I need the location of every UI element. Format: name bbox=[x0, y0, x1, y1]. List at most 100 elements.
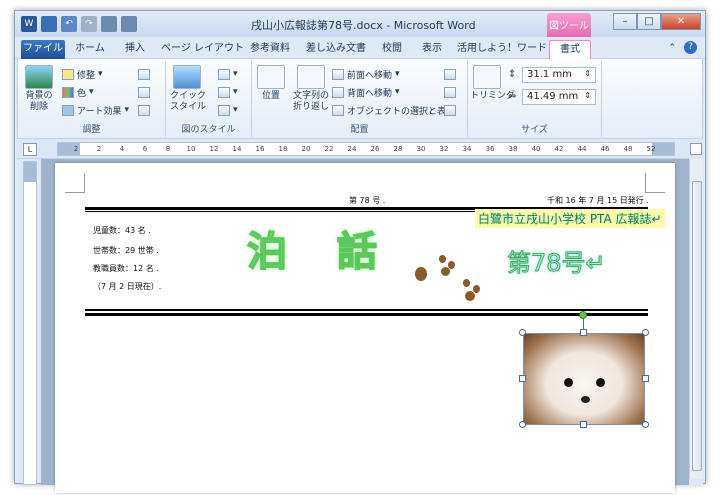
tab-insert[interactable]: 挿入 bbox=[119, 40, 151, 59]
chevron-down-icon: ▾ bbox=[233, 105, 238, 115]
ruler-tick-label: 12 bbox=[209, 145, 219, 153]
word-window: W ↶ ↷ 戌山小広報誌第78号.docx - Microsoft Word 図… bbox=[14, 10, 706, 493]
group-objects-button[interactable] bbox=[444, 85, 456, 99]
color-icon bbox=[62, 86, 74, 98]
scroll-thumb[interactable] bbox=[692, 181, 702, 471]
reset-picture-button[interactable] bbox=[138, 103, 150, 117]
tab-mailings[interactable]: 差し込み文書 bbox=[303, 40, 369, 59]
paw-print-icon bbox=[415, 267, 427, 281]
resize-handle-nw[interactable] bbox=[519, 329, 526, 336]
crop-icon bbox=[473, 65, 501, 89]
width-input[interactable]: 41.49 mm ⇕ bbox=[522, 89, 596, 105]
dog-nose bbox=[581, 396, 590, 403]
crop-button[interactable]: トリミング bbox=[470, 65, 515, 102]
tab-selector[interactable]: L bbox=[23, 143, 37, 156]
quick-styles-button[interactable]: クイック スタイル bbox=[170, 65, 206, 113]
ruler-tick-label: 26 bbox=[370, 145, 380, 153]
tab-view[interactable]: 表示 bbox=[417, 40, 447, 59]
ruler-tick-label: 40 bbox=[531, 145, 541, 153]
pta-banner[interactable]: 白鷺市立戌山小学校 PTA 広報誌↵ bbox=[475, 209, 665, 228]
dog-photo[interactable] bbox=[523, 333, 645, 425]
artistic-effects-button[interactable]: アート効果 ▾ bbox=[62, 103, 129, 117]
print-icon[interactable] bbox=[101, 16, 117, 32]
resize-handle-n[interactable] bbox=[580, 329, 587, 336]
window-controls: – □ ✕ bbox=[613, 13, 701, 30]
ruler-tick-label: 44 bbox=[577, 145, 587, 153]
undo-icon[interactable]: ↶ bbox=[61, 16, 77, 32]
ribbon: 背景の 削除 修整 ▾ 色 ▾ アート効果 ▾ 調整 クイック スタイル ▾ ▾ ▾ … bbox=[17, 59, 703, 139]
change-picture-button[interactable] bbox=[138, 85, 150, 99]
redo-icon[interactable]: ↷ bbox=[81, 16, 97, 32]
remove-background-icon bbox=[25, 65, 53, 89]
close-button[interactable]: ✕ bbox=[661, 13, 701, 30]
resize-handle-w[interactable] bbox=[519, 375, 526, 382]
resize-handle-s[interactable] bbox=[580, 421, 587, 428]
remove-background-button[interactable]: 背景の 削除 bbox=[22, 65, 56, 113]
ruler-toggle-icon[interactable] bbox=[690, 143, 702, 155]
word-icon[interactable]: W bbox=[21, 16, 37, 32]
selection-pane-button[interactable]: オブジェクトの選択と表示 bbox=[332, 103, 455, 117]
tab-custom[interactable]: 活用しよう！ワード bbox=[457, 40, 547, 59]
resize-handle-ne[interactable] bbox=[642, 329, 649, 336]
ribbon-tabs: ファイル ホーム 挿入 ページ レイアウト 参考資料 差し込み文書 校閲 表示 … bbox=[15, 37, 705, 59]
paw-print-icon bbox=[463, 279, 470, 287]
help-icon[interactable]: ? bbox=[684, 41, 697, 54]
tab-references[interactable]: 参考資料 bbox=[245, 40, 295, 59]
resize-handle-se[interactable] bbox=[642, 421, 649, 428]
rotation-handle[interactable] bbox=[579, 311, 587, 319]
logo-char-right[interactable]: 話 bbox=[336, 219, 378, 277]
align-button[interactable] bbox=[444, 67, 456, 81]
paw-print-icon bbox=[441, 267, 450, 276]
height-input[interactable]: 31.1 mm ⇕ bbox=[522, 67, 596, 83]
crop-mark-top-right bbox=[645, 173, 665, 193]
info-households: 世帯数：29 世帯 . bbox=[93, 246, 159, 255]
wrap-text-icon bbox=[297, 65, 325, 89]
picture-layout-button[interactable]: ▾ bbox=[218, 103, 238, 117]
crop-mark-top-left bbox=[65, 173, 85, 193]
maximize-button[interactable]: □ bbox=[637, 13, 661, 30]
resize-handle-e[interactable] bbox=[642, 375, 649, 382]
vertical-scrollbar[interactable] bbox=[689, 159, 703, 479]
logo-char-left[interactable]: 泊 bbox=[246, 219, 288, 277]
compress-button[interactable] bbox=[138, 67, 150, 81]
picture-border-button[interactable]: ▾ bbox=[218, 67, 238, 81]
info-date: （7 月 2 日現在）. bbox=[93, 282, 162, 291]
bring-forward-button[interactable]: 前面へ移動 ▾ bbox=[332, 67, 400, 81]
issue-number-art[interactable]: 第78号↵ bbox=[507, 243, 607, 278]
tab-format[interactable]: 書式 bbox=[549, 40, 591, 59]
header-rule-bottom bbox=[85, 309, 648, 311]
resize-handle-sw[interactable] bbox=[519, 421, 526, 428]
picture-effects-button[interactable]: ▾ bbox=[218, 85, 238, 99]
align-icon bbox=[444, 68, 456, 80]
rotate-button[interactable] bbox=[444, 103, 456, 117]
chevron-down-icon: ▾ bbox=[395, 69, 400, 79]
tab-page-layout[interactable]: ページ レイアウト bbox=[161, 40, 244, 59]
minimize-button[interactable]: – bbox=[613, 13, 637, 30]
wrap-text-button[interactable]: 文字列の 折り返し bbox=[290, 65, 332, 113]
horizontal-ruler[interactable]: 2 2 4 6 8 10 12 14 16 18 20 22 24 26 28 30 32 34 36 38 40 42 4… bbox=[57, 142, 675, 156]
header-rule-bottom-thick bbox=[85, 313, 648, 316]
color-button[interactable]: 色 ▾ bbox=[62, 85, 94, 99]
dog-eye-right bbox=[596, 378, 605, 387]
corrections-button[interactable]: 修整 ▾ bbox=[62, 67, 103, 81]
send-backward-button[interactable]: 背面へ移動 ▾ bbox=[332, 85, 400, 99]
sun-icon bbox=[62, 68, 74, 80]
layout-icon bbox=[218, 104, 230, 116]
vertical-ruler[interactable] bbox=[23, 161, 37, 485]
group-label-arrange: 配置 bbox=[350, 125, 369, 135]
ribbon-minimize-icon[interactable]: ⌃ bbox=[668, 43, 676, 53]
tab-home[interactable]: ホーム bbox=[70, 40, 110, 59]
tab-file[interactable]: ファイル bbox=[21, 40, 65, 59]
ruler-tick-label: 10 bbox=[186, 145, 196, 153]
ruler-tick-label: 14 bbox=[232, 145, 242, 153]
document-page[interactable]: 第 78 号 . 千和 16 年 7 月 15 日発行 . 児童数：43 名 .… bbox=[55, 163, 675, 493]
spinner-icon[interactable]: ⇕ bbox=[584, 91, 591, 100]
ruler-tick-label: 32 bbox=[439, 145, 449, 153]
position-button[interactable]: 位置 bbox=[254, 65, 288, 102]
reset-picture-icon bbox=[138, 104, 150, 116]
save-icon[interactable] bbox=[41, 16, 57, 32]
tab-review[interactable]: 校閲 bbox=[377, 40, 407, 59]
group-picture-styles: クイック スタイル ▾ ▾ ▾ 図のスタイル bbox=[166, 61, 252, 137]
preview-icon[interactable] bbox=[121, 16, 137, 32]
spinner-icon[interactable]: ⇕ bbox=[584, 69, 591, 78]
